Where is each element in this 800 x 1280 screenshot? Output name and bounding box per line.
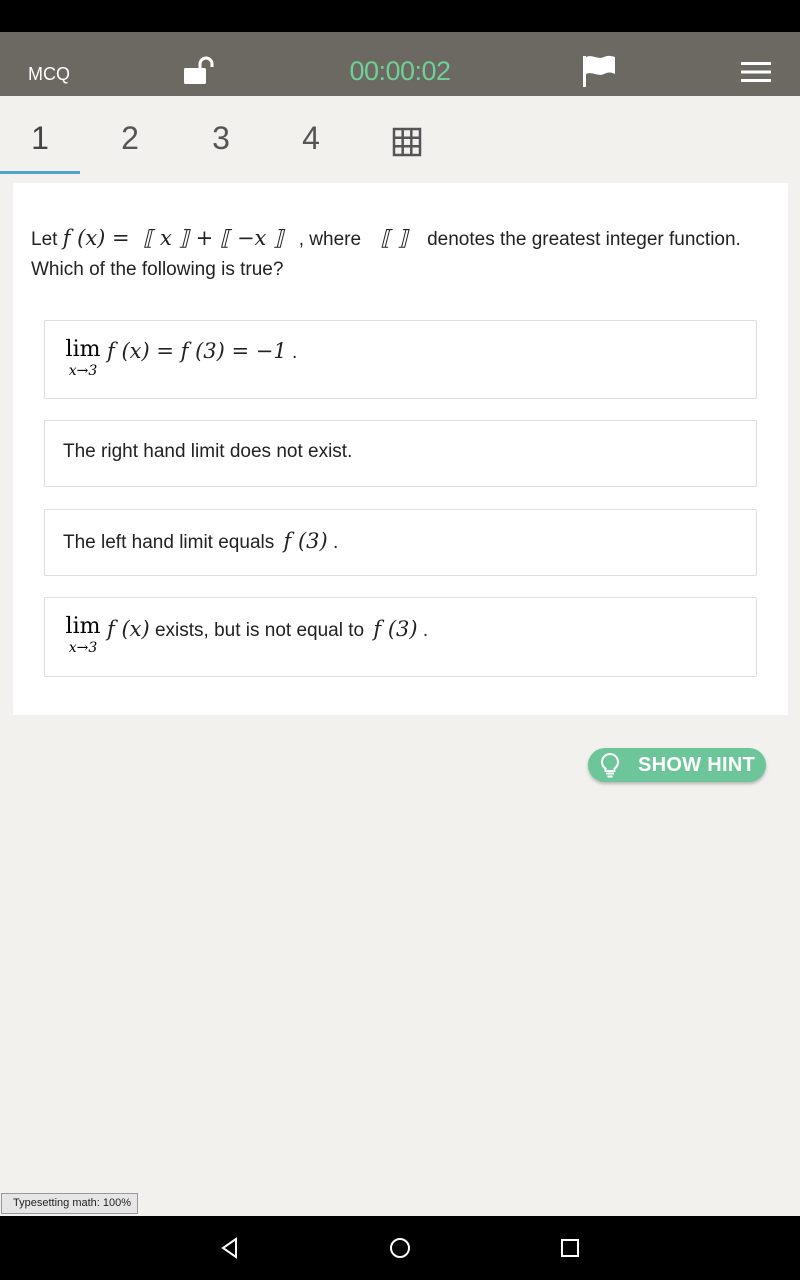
show-hint-button[interactable]: SHOW HINT [588,748,766,782]
question-text: Let f (x) = ⟦ x ⟧ + ⟦ −x ⟧ , where ⟦ ⟧ d… [31,223,771,285]
option-c[interactable]: The left hand limit equals f (3) . [44,509,757,576]
option-b-text: The right hand limit does not exist. [63,441,353,462]
mode-label: MCQ [28,64,70,84]
question-card: Let f (x) = ⟦ x ⟧ + ⟦ −x ⟧ , where ⟦ ⟧ d… [13,183,788,715]
timer: 00:00:02 [349,56,451,86]
option-c-text: The left hand limit equals f (3) . [63,529,339,553]
question-expression: ⟦ x ⟧ + ⟦ −x ⟧ [142,226,284,250]
option-d[interactable]: lim x→3 f (x) exists, but is not equal t… [44,597,757,677]
app-bar: MCQ 00:00:02 [0,32,800,96]
unlock-icon[interactable] [181,54,217,90]
limit-notation: lim x→3 [65,337,101,379]
grid-icon[interactable] [392,127,422,157]
typesetting-status: Typesetting math: 100% [1,1193,138,1214]
show-hint-label: SHOW HINT [638,754,756,776]
status-bar [0,0,800,32]
question-bracket: ⟦ ⟧ [380,226,408,250]
option-a[interactable]: lim x→3 f (x) = f (3) = −1 . [44,320,757,399]
tab-3[interactable]: 3 [181,96,261,176]
question-middle: , where [298,229,362,250]
android-nav-bar [0,1216,800,1280]
option-b[interactable]: The right hand limit does not exist. [44,420,757,487]
question-function: f (x) = [62,226,130,250]
question-prefix: Let [31,229,58,250]
tab-4[interactable]: 4 [271,96,351,176]
option-a-text: f (x) = f (3) = −1 . [107,339,298,363]
back-icon[interactable] [218,1236,242,1260]
home-icon[interactable] [388,1236,412,1260]
recents-icon[interactable] [558,1236,582,1260]
lightbulb-icon [601,752,619,778]
hamburger-menu-icon[interactable] [738,58,774,86]
limit-notation: lim x→3 [65,614,101,656]
tab-2[interactable]: 2 [90,96,170,176]
tab-1[interactable]: 1 [0,96,80,176]
flag-icon[interactable] [580,54,618,88]
option-d-text: f (x) exists, but is not equal to f (3) … [107,617,429,641]
